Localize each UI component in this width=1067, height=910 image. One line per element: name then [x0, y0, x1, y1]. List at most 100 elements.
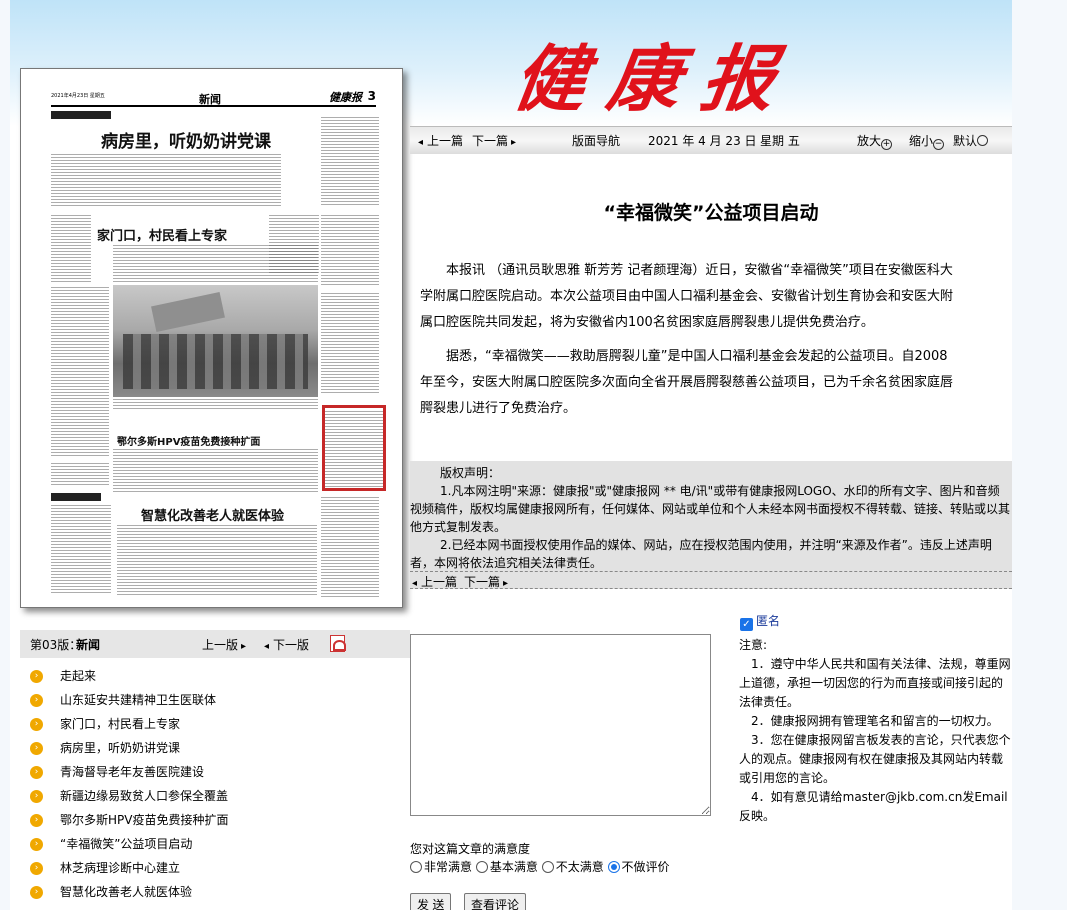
notice-item: 4．如有意见请给master@jkb.com.cn发Email反映。 [739, 790, 1008, 823]
notice-item: 3．您在健康报网留言板发表的言论，只代表您个人的观点。健康报网有权在健康报及其网… [739, 733, 1011, 785]
next-article-link[interactable]: 下一篇 [472, 132, 516, 149]
newspaper-page-thumbnail[interactable]: 2021年4月23日 星期五 新闻 健康报 3 病房里，听奶奶讲党课 家门口，村… [20, 68, 403, 608]
page-label: 第03版： [30, 638, 82, 652]
list-item-label: 新疆边缘易致贫人口参保全覆盖 [60, 789, 229, 803]
list-item[interactable]: › 走起来 [30, 664, 410, 688]
option-label: 基本满意 [489, 860, 538, 874]
text-block [113, 399, 318, 409]
notice-title: 注意: [739, 638, 768, 652]
text-block [51, 505, 111, 595]
page-container: 健康报 2021年4月23日 星期五 新闻 健康报 3 病房里，听奶奶讲党课 家… [10, 0, 1012, 910]
thumb-headline[interactable]: 家门口，村民看上专家 [97, 225, 227, 244]
next-page-label: 下一版 [273, 638, 310, 652]
radio-unsatisfied[interactable] [541, 861, 554, 873]
prev-page-label: 上一版 [202, 638, 239, 652]
pdf-icon[interactable] [330, 635, 346, 652]
checkmark-icon: ✓ [740, 618, 753, 631]
circle-icon [977, 135, 989, 146]
comment-notice: 注意: 1．遵守中华人民共和国有关法律、法规，尊重网上道德，承担一切因您的行为而… [739, 636, 1014, 826]
prev-page-link[interactable]: 上一版 [202, 636, 246, 653]
newspaper-header: 2021年4月23日 星期五 新闻 健康报 3 [51, 89, 376, 107]
notice-item: 2．健康报网拥有管理笔名和留言的一切权力。 [751, 714, 999, 728]
chevron-right-icon: › [30, 718, 43, 731]
anonymous-checkbox[interactable]: ✓ 匿名 [740, 612, 780, 631]
thumb-headline[interactable]: 病房里，听奶奶讲党课 [101, 127, 271, 152]
text-block [325, 411, 383, 487]
chevron-right-icon: › [30, 862, 43, 875]
next-article-link-bottom[interactable]: 下一篇 [464, 573, 508, 593]
chevron-right-icon: › [30, 742, 43, 755]
list-item-label: 山东延安共建精神卫生医联体 [60, 693, 217, 707]
newspaper-date: 2021年4月23日 星期五 [51, 93, 105, 99]
view-comments-button[interactable]: 查看评论 [464, 893, 527, 910]
option-label: 不做评价 [621, 860, 670, 874]
chevron-right-icon: › [30, 886, 43, 899]
minus-icon: − [933, 139, 945, 150]
list-item-label: 病房里，听奶奶讲党课 [60, 741, 181, 755]
radio-very-satisfied[interactable] [410, 861, 422, 873]
list-item[interactable]: › 山东延安共建精神卫生医联体 [30, 688, 410, 712]
satisfaction-options: 非常满意 基本满意 不太满意 不做评价 [410, 858, 670, 875]
text-block [117, 525, 317, 595]
chevron-right-icon: › [30, 766, 43, 779]
issue-date: 2021 年 4 月 23 日 [648, 134, 757, 148]
chevron-right-icon: › [30, 694, 43, 707]
next-page-link[interactable]: 下一版 [264, 636, 309, 653]
article-body: 本报讯 （通讯员耿思雅 靳芳芳 记者颜理海）近日，安徽省“幸福微笑”项目在安徽医… [420, 258, 954, 430]
list-item[interactable]: › 家门口，村民看上专家 [30, 712, 410, 736]
text-block [321, 497, 379, 597]
radio-satisfied[interactable] [475, 861, 488, 873]
zoom-in-button[interactable]: 放大 + [857, 132, 893, 150]
text-block [51, 463, 109, 487]
zoom-default-button[interactable]: 默认 [953, 132, 989, 149]
notice-item: 1．遵守中华人民共和国有关法律、法规，尊重网上道德，承担一切因您的行为而直接或间… [739, 657, 1011, 709]
list-item[interactable]: › 林芝病理诊断中心建立 [30, 856, 410, 880]
thumb-headline[interactable]: 鄂尔多斯HPV疫苗免费接种扩面 [117, 433, 260, 448]
chevron-right-icon: › [30, 790, 43, 803]
list-item[interactable]: › 鄂尔多斯HPV疫苗免费接种扩面 [30, 808, 410, 832]
send-button[interactable]: 发 送 [410, 893, 452, 910]
list-item-label: 家门口，村民看上专家 [60, 717, 181, 731]
text-block [51, 215, 91, 283]
zoom-in-label: 放大 [857, 134, 882, 148]
list-item-label: 走起来 [60, 669, 97, 683]
copyright-item: 1.凡本网注明"来源：健康报"或"健康报网 ** 电/讯"或带有健康报网LOGO… [410, 484, 1011, 534]
text-block [269, 215, 319, 275]
text-block [321, 293, 379, 393]
text-block [321, 117, 379, 207]
copyright-notice: 版权声明： 1.凡本网注明"来源：健康报"或"健康报网 ** 电/讯"或带有健康… [410, 461, 1012, 589]
page-name: 新闻 [76, 638, 101, 652]
news-photo [113, 285, 318, 397]
plus-icon: + [881, 139, 893, 150]
list-item[interactable]: › 新疆边缘易致贫人口参保全覆盖 [30, 784, 410, 808]
text-block [51, 154, 281, 206]
radio-no-rating[interactable] [607, 861, 620, 873]
chevron-right-icon: › [30, 814, 43, 827]
list-item-label: 鄂尔多斯HPV疫苗免费接种扩面 [60, 813, 229, 827]
zoom-default-label: 默认 [953, 134, 978, 148]
list-item[interactable]: › 智慧化改善老人就医体验 [30, 880, 410, 904]
newspaper-masthead: 健康报 [329, 91, 362, 104]
comment-textarea[interactable] [410, 634, 711, 816]
thumb-headline[interactable]: 智慧化改善老人就医体验 [141, 505, 284, 524]
list-item[interactable]: › 青海督导老年友善医院建设 [30, 760, 410, 784]
site-logo[interactable]: 健康报 [508, 20, 805, 125]
text-block [51, 287, 109, 457]
article-paragraph: 据悉，“幸福微笑——救助唇腭裂儿童”是中国人口福利基金会发起的公益项目。自200… [420, 349, 954, 416]
list-item[interactable]: › 病房里，听奶奶讲党课 [30, 736, 410, 760]
text-block [321, 215, 379, 285]
option-label: 不太满意 [555, 860, 604, 874]
article-paragraph: 本报讯 （通讯员耿思雅 靳芳芳 记者颜理海）近日，安徽省“幸福微笑”项目在安徽医… [420, 263, 954, 330]
copyright-item: 2.已经本网书面授权使用作品的媒体、网站，应在授权范围内使用，并注明“来源及作者… [410, 538, 992, 570]
issue-weekday: 星期 五 [760, 134, 800, 148]
section-tag [51, 493, 101, 501]
prev-article-link-bottom[interactable]: 上一篇 [412, 573, 457, 593]
satisfaction-label: 您对这篇文章的满意度 [410, 842, 531, 856]
zoom-out-button[interactable]: 缩小 − [909, 132, 945, 150]
chevron-right-icon: › [30, 838, 43, 851]
list-item[interactable]: › “幸福微笑”公益项目启动 [30, 832, 410, 856]
prev-article-link[interactable]: 上一篇 [418, 132, 463, 149]
copyright-title: 版权声明： [440, 466, 501, 480]
layout-nav-link[interactable]: 版面导航 [572, 132, 620, 149]
page-info-bar: 第03版： 新闻 上一版 下一版 [20, 630, 410, 658]
